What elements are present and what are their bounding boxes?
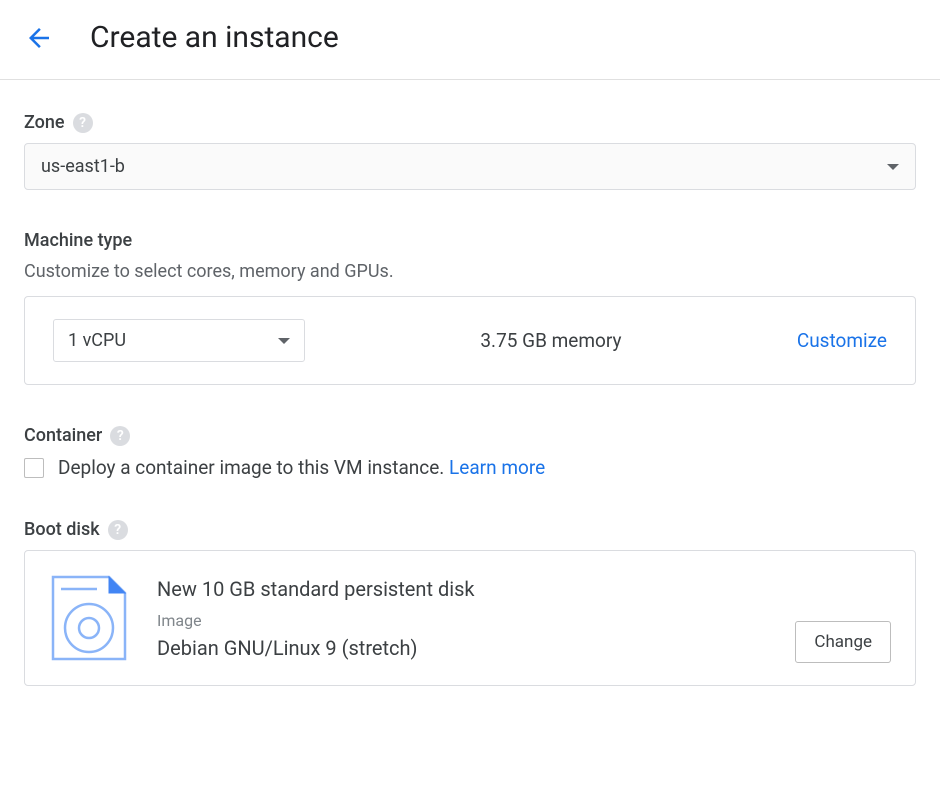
arrow-left-icon — [24, 23, 54, 53]
help-icon[interactable]: ? — [110, 426, 130, 446]
back-arrow-button[interactable] — [24, 23, 54, 53]
boot-disk-label: Boot disk — [24, 519, 100, 540]
chevron-down-icon — [278, 338, 290, 344]
machine-type-box: 1 vCPU 3.75 GB memory Customize — [24, 296, 916, 385]
disk-icon — [49, 573, 129, 663]
container-checkbox-label: Deploy a container image to this VM inst… — [58, 456, 545, 479]
change-button[interactable]: Change — [795, 621, 891, 663]
machine-type-label: Machine type — [24, 230, 132, 251]
container-checkbox[interactable] — [24, 458, 44, 478]
cpu-dropdown[interactable]: 1 vCPU — [53, 319, 305, 362]
page-title: Create an instance — [90, 20, 339, 55]
help-icon[interactable]: ? — [108, 520, 128, 540]
boot-image-label: Image — [157, 611, 795, 630]
learn-more-link[interactable]: Learn more — [449, 456, 545, 479]
cpu-value: 1 vCPU — [68, 330, 126, 351]
boot-disk-box: New 10 GB standard persistent disk Image… — [24, 550, 916, 686]
zone-dropdown[interactable]: us-east1-b — [24, 143, 916, 190]
zone-value: us-east1-b — [41, 156, 125, 177]
chevron-down-icon — [887, 164, 899, 170]
zone-label: Zone — [24, 112, 65, 133]
customize-link[interactable]: Customize — [797, 329, 887, 352]
boot-disk-title: New 10 GB standard persistent disk — [157, 577, 795, 601]
container-label: Container — [24, 425, 102, 446]
boot-image-value: Debian GNU/Linux 9 (stretch) — [157, 636, 795, 660]
machine-type-subtitle: Customize to select cores, memory and GP… — [24, 261, 916, 282]
memory-value: 3.75 GB memory — [305, 329, 797, 352]
help-icon[interactable]: ? — [73, 113, 93, 133]
